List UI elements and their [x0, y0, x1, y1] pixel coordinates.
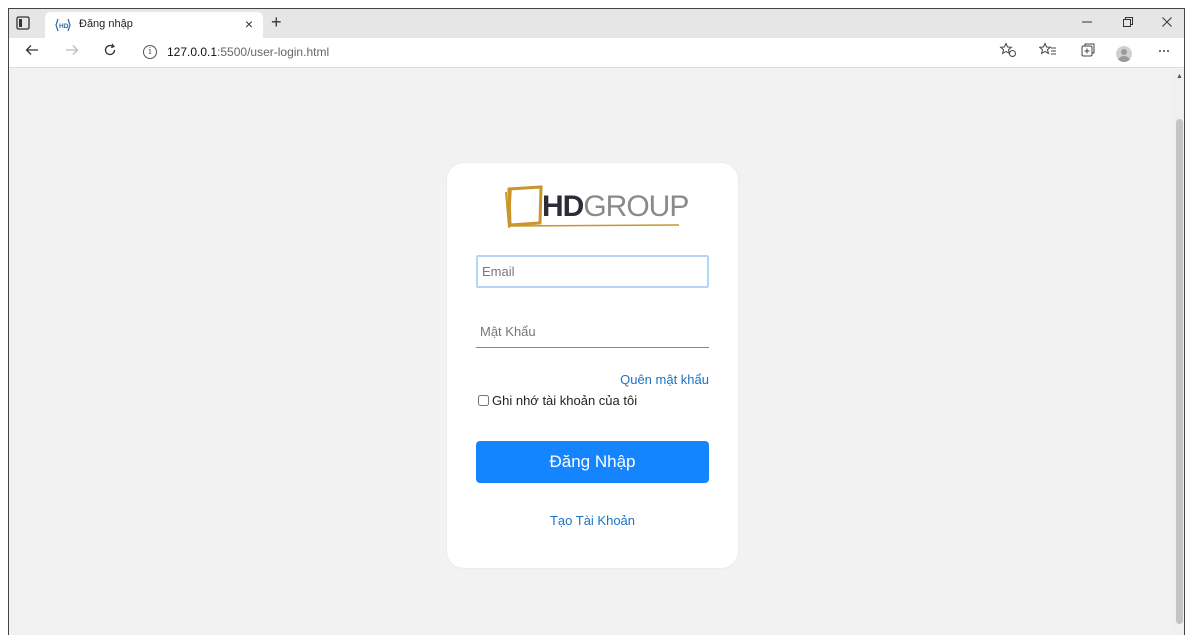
logo-text: HDGROUP — [542, 189, 689, 225]
tab-title: Đăng nhập — [79, 18, 133, 30]
minimize-icon[interactable] — [1072, 12, 1102, 34]
logo-group: GROUP — [583, 190, 689, 223]
favorites-icon[interactable] — [1036, 42, 1060, 64]
forward-arrow-icon[interactable] — [61, 42, 83, 64]
url-host: 127.0.0.1 — [167, 45, 218, 59]
forgot-password-link[interactable]: Quên mật khẩu — [620, 372, 709, 387]
close-tab-icon[interactable]: × — [245, 16, 253, 32]
site-info-icon[interactable]: i — [143, 45, 157, 59]
password-input[interactable] — [476, 315, 709, 348]
hd-favicon-icon: HD — [55, 18, 71, 32]
tab-strip: HD Đăng nhập × + — [9, 9, 1184, 38]
add-favorite-icon[interactable] — [996, 42, 1020, 64]
url-path: :5500/user-login.html — [217, 45, 330, 59]
scroll-up-arrow-icon[interactable]: ▲ — [1176, 73, 1183, 80]
page-scrollbar[interactable]: ▲ — [1173, 69, 1184, 635]
hdgroup-logo: HDGROUP — [505, 185, 689, 231]
remember-me-checkbox[interactable] — [478, 395, 489, 406]
tab-actions-icon[interactable] — [15, 15, 31, 31]
login-card: HDGROUP Quên mật khẩu Ghi nhớ tài khoản … — [446, 162, 739, 569]
more-options-icon[interactable] — [1152, 42, 1176, 64]
restore-icon[interactable] — [1113, 12, 1143, 34]
scroll-thumb[interactable] — [1176, 119, 1183, 624]
tab-login[interactable]: HD Đăng nhập × — [45, 12, 263, 38]
remember-me-label: Ghi nhớ tài khoản của tôi — [492, 393, 638, 408]
address-bar[interactable]: i 127.0.0.1:5500/user-login.html — [141, 42, 1001, 64]
close-window-icon[interactable] — [1152, 12, 1182, 34]
url-text: 127.0.0.1:5500/user-login.html — [167, 45, 329, 59]
logo-underline — [509, 224, 679, 227]
back-arrow-icon[interactable] — [21, 42, 43, 64]
page-viewport: HDGROUP Quên mật khẩu Ghi nhớ tài khoản … — [9, 69, 1173, 635]
svg-text:HD: HD — [59, 23, 69, 30]
email-input[interactable] — [476, 255, 709, 288]
new-tab-icon[interactable]: + — [271, 12, 282, 32]
create-account-link[interactable]: Tạo Tài Khoản — [447, 513, 738, 528]
login-button[interactable]: Đăng Nhập — [476, 441, 709, 483]
browser-toolbar: i 127.0.0.1:5500/user-login.html — [9, 38, 1184, 68]
logo-hd: HD — [542, 190, 584, 223]
browser-window: HD Đăng nhập × + i 127.0.0.1:5500/user-l… — [8, 8, 1185, 635]
profile-avatar-icon[interactable] — [1116, 46, 1132, 62]
refresh-icon[interactable] — [99, 42, 121, 64]
collections-icon[interactable] — [1076, 42, 1100, 64]
remember-me[interactable]: Ghi nhớ tài khoản của tôi — [478, 393, 637, 408]
